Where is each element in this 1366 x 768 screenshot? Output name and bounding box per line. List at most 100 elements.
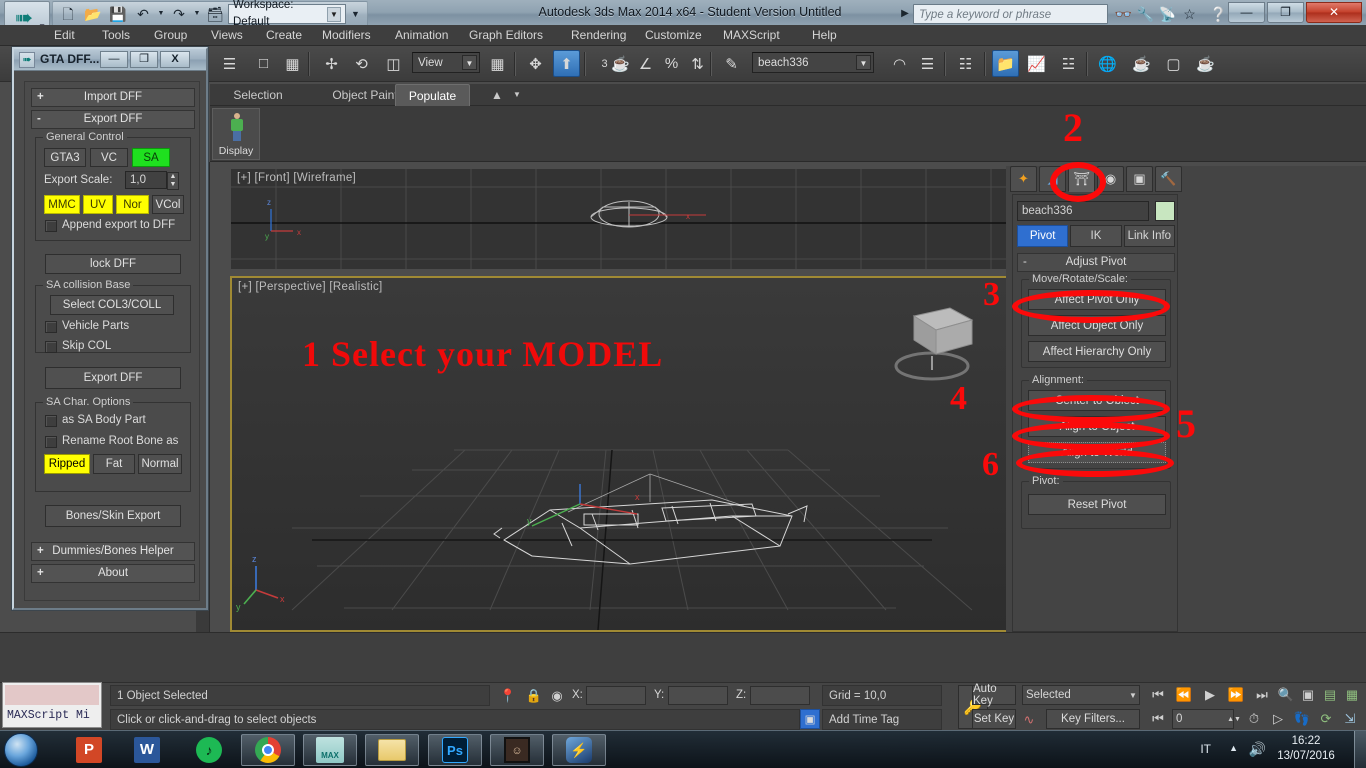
menu-create[interactable]: Create (260, 27, 308, 44)
dff-titlebar[interactable]: ➠ GTA DFF... — ❐ X (14, 49, 206, 71)
time-configuration-icon[interactable]: ⏱ (1244, 710, 1264, 728)
select-window-crossing-icon[interactable]: ▦ (279, 50, 306, 77)
workspace-overflow-icon[interactable]: ▼ (347, 4, 364, 24)
percent-snap-icon[interactable]: % (658, 50, 685, 77)
transform-type-in-icon[interactable]: ◉ (549, 687, 565, 705)
project-folder-icon[interactable]: 🗃 (203, 3, 227, 25)
taskbar-item-lightning[interactable]: ⚡ (552, 734, 606, 766)
motion-tab-icon[interactable]: ◉ (1097, 166, 1124, 192)
redo-icon[interactable]: ↷ (167, 3, 191, 25)
zoom-region-icon[interactable]: ▣ (1298, 686, 1318, 704)
maximize-viewport-icon[interactable]: ⇲ (1340, 710, 1360, 728)
zoom-extents-icon[interactable]: ▤ (1320, 686, 1340, 704)
align-to-world-button[interactable]: Align to World (1028, 442, 1166, 463)
walk-through-icon[interactable]: 👣 (1292, 710, 1312, 728)
wrench-icon[interactable]: 🔧 (1135, 4, 1156, 24)
zoom-extents-all-icon[interactable]: ▦ (1342, 686, 1362, 704)
pan-view-icon[interactable]: ▷ (1268, 710, 1288, 728)
menu-graph-editors[interactable]: Graph Editors (463, 27, 549, 44)
object-color-swatch[interactable] (1155, 201, 1175, 221)
center-to-object-button[interactable]: Center to Obiect (1028, 390, 1166, 411)
object-name-input[interactable]: beach336 (1017, 201, 1149, 221)
z-coord-input[interactable] (750, 686, 810, 705)
binoculars-icon[interactable]: 👓 (1113, 4, 1134, 24)
export-dff-button[interactable]: Export DFF (45, 367, 181, 389)
undo-dropdown-icon[interactable]: ▼ (156, 3, 166, 25)
chevron-down-icon[interactable]: ▼ (326, 6, 341, 22)
rendered-frame-icon[interactable]: ▢ (1160, 50, 1187, 77)
rollout-dummies-bones-helper[interactable]: + Dummies/Bones Helper (31, 542, 195, 561)
menu-rendering[interactable]: Rendering (565, 27, 632, 44)
menu-edit[interactable]: Edit (48, 27, 81, 44)
taskbar-item-spotify[interactable]: ♪ (182, 734, 236, 766)
workspace-selector[interactable]: Workspace: Default ▼ (228, 0, 346, 28)
named-selection-combo[interactable]: beach336 ▼ (752, 52, 874, 73)
new-file-icon[interactable]: 🗋 (56, 3, 80, 25)
taskbar-item-word[interactable]: W (120, 734, 174, 766)
minimize-button[interactable]: — (1228, 2, 1265, 23)
taskbar-item-3dsmax[interactable]: MAX (303, 734, 357, 766)
go-to-end-icon[interactable]: ⏭ (1252, 686, 1272, 704)
menu-modifiers[interactable]: Modifiers (316, 27, 377, 44)
curve-editor-icon[interactable]: 📈 (1023, 50, 1050, 77)
taskbar-item-powerpoint[interactable]: P (62, 734, 116, 766)
select-object-icon[interactable]: ☰ (216, 50, 243, 77)
rollout-import-dff[interactable]: + Import DFF (31, 88, 195, 107)
language-indicator[interactable]: IT (1200, 742, 1211, 756)
zoom-time-icon[interactable]: 🔍 (1276, 686, 1296, 704)
select-and-link-icon[interactable]: ⬆ (553, 50, 580, 77)
current-frame-input[interactable]: 0 (1172, 709, 1234, 729)
fat-button[interactable]: Fat (93, 454, 135, 474)
layer-manager-icon[interactable]: ☷ (952, 50, 979, 77)
open-file-icon[interactable]: 📂 (81, 3, 105, 25)
menu-tools[interactable]: Tools (96, 27, 136, 44)
orbit-icon[interactable]: ⟳ (1316, 710, 1336, 728)
ripped-button[interactable]: Ripped (44, 454, 90, 474)
rollout-adjust-pivot[interactable]: - Adjust Pivot (1017, 253, 1175, 272)
previous-frame-icon[interactable]: ⏪ (1174, 686, 1194, 704)
volume-icon[interactable]: 🔊 (1249, 741, 1266, 758)
spinner-snap-icon[interactable]: ⇅ (684, 50, 711, 77)
select-region-icon[interactable]: □ (250, 50, 277, 77)
ribbon-minimize-icon[interactable]: ▲ (480, 84, 514, 106)
chevron-down-icon[interactable]: ▼ (1126, 687, 1140, 703)
dff-maximize-button[interactable]: ❐ (130, 51, 158, 68)
viewport-front[interactable]: z y x x [+] [Front] [Wireframe] (230, 168, 1010, 270)
taskbar-item-explorer[interactable] (365, 734, 419, 766)
menu-customize[interactable]: Customize (639, 27, 708, 44)
play-animation-icon[interactable]: ▶ (1200, 686, 1220, 704)
start-button[interactable] (4, 733, 38, 767)
affect-hierarchy-only-button[interactable]: Affect Hierarchy Only (1028, 341, 1166, 362)
reference-coordinate-system-combo[interactable]: View ▼ (412, 52, 480, 73)
show-hidden-icons-icon[interactable]: ▲ (1229, 743, 1238, 753)
y-coord-input[interactable] (668, 686, 728, 705)
spinner-arrows-icon[interactable]: ▲▼ (167, 172, 179, 190)
utilities-tab-icon[interactable]: 🔨 (1155, 166, 1182, 192)
select-and-move-icon[interactable]: ✢ (318, 50, 345, 77)
rename-root-bone-checkbox[interactable] (45, 436, 57, 448)
reset-pivot-button[interactable]: Reset Pivot (1028, 494, 1166, 515)
keyword-search-input[interactable]: Type a keyword or phrase (913, 4, 1108, 24)
display-tab-icon[interactable]: ▣ (1126, 166, 1153, 192)
lock-dff-button[interactable]: lock DFF (45, 254, 181, 274)
tab-pivot[interactable]: Pivot (1017, 225, 1069, 247)
close-button[interactable]: ✕ (1306, 2, 1362, 23)
menu-views[interactable]: Views (205, 27, 249, 44)
menu-maxscript[interactable]: MAXScript (717, 27, 786, 44)
set-key-button[interactable]: Set Key (972, 709, 1016, 729)
spinner-arrows-icon[interactable]: ▲▼ (1227, 710, 1241, 728)
key-filters-button[interactable]: Key Filters... (1046, 709, 1140, 729)
tab-ik[interactable]: IK (1070, 225, 1122, 247)
populate-display-button[interactable]: Display (212, 108, 260, 160)
rollout-about[interactable]: + About (31, 564, 195, 583)
taskbar-item-media[interactable]: ☺ (490, 734, 544, 766)
skip-col-checkbox[interactable] (45, 341, 57, 353)
menu-help[interactable]: Help (806, 27, 843, 44)
lock-icon[interactable]: 🔒 (526, 687, 542, 705)
taskbar-clock[interactable]: 16:22 13/07/2016 (1268, 734, 1344, 764)
uv-button[interactable]: UV (83, 195, 113, 214)
gta3-button[interactable]: GTA3 (44, 148, 86, 167)
select-and-rotate-icon[interactable]: ⟲ (348, 50, 375, 77)
normal-button[interactable]: Normal (138, 454, 182, 474)
qat-overflow-arrow[interactable]: ▶ (899, 7, 911, 21)
